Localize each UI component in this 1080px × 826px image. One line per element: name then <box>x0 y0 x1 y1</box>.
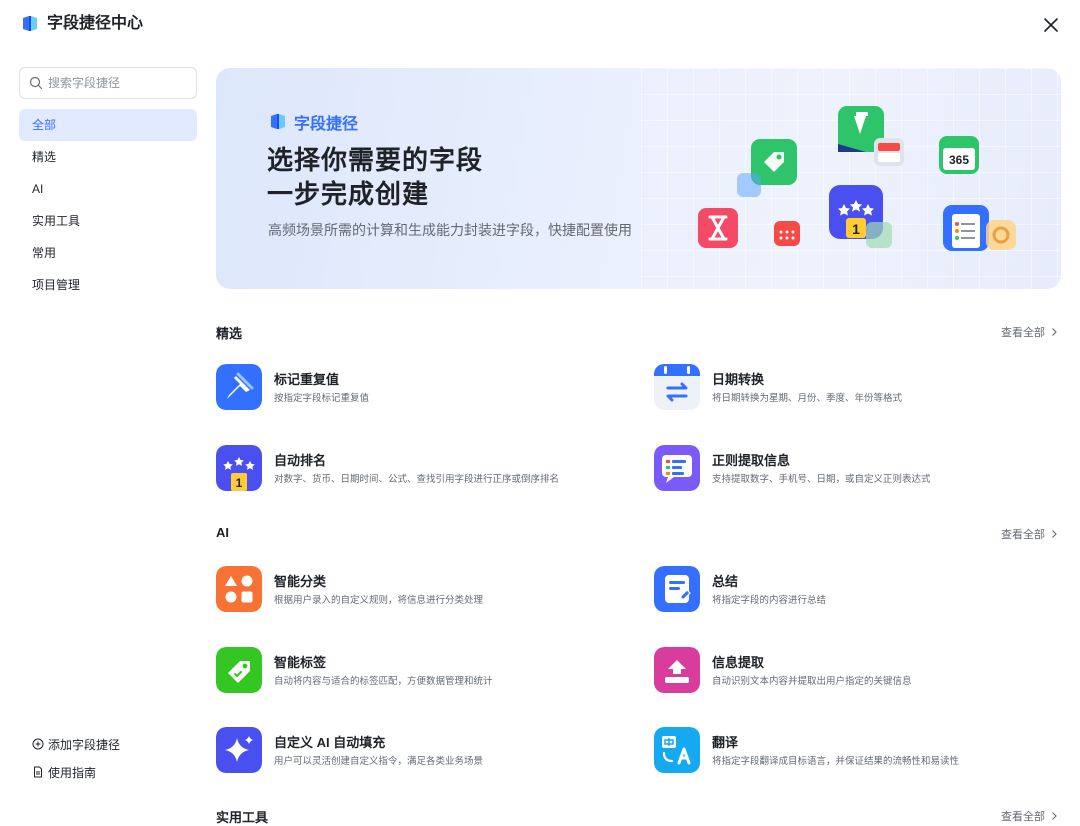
user-guide-link[interactable]: 使用指南 <box>32 758 120 786</box>
sidebar-item-project-management[interactable]: 项目管理 <box>19 269 197 301</box>
card-title: 日期转换 <box>712 372 765 387</box>
sidebar-item-featured[interactable]: 精选 <box>19 141 197 173</box>
banner-headline-1: 选择你需要的字段 <box>267 145 484 175</box>
classify-icon <box>216 566 262 612</box>
svg-text:1: 1 <box>852 221 860 237</box>
field-shortcut-logo-icon <box>23 16 37 31</box>
dialog-title: 字段捷径中心 <box>47 15 144 32</box>
plus-circle-icon <box>32 738 44 750</box>
banner-brand: 字段捷径 <box>268 110 358 134</box>
search-box <box>19 67 197 99</box>
calendar-gray-icon <box>874 138 904 166</box>
card-description: 自动将内容与适合的标签匹配，方便数据管理和统计 <box>274 676 493 687</box>
calendar-red-icon <box>774 221 800 246</box>
view-all-label: 查看全部 <box>1001 529 1045 541</box>
card-title: 自动排名 <box>274 453 327 468</box>
card-description: 根据用户录入的自定义规则，将信息进行分类处理 <box>274 595 484 606</box>
card-title: 标记重复值 <box>274 372 340 387</box>
clipboard-tile-icon <box>943 205 989 251</box>
hero-banner: 字段捷径 选择你需要的字段 一步完成创建 高频场景所需的计算和生成能力封装进字段… <box>216 68 1061 289</box>
card-date-convert[interactable]: 日期转换 将日期转换为星期、月份、季度、年份等格式 <box>654 362 1074 412</box>
hourglass-tile-icon <box>698 208 738 248</box>
sidebar-nav: 全部 精选 AI 实用工具 常用 项目管理 <box>19 109 197 301</box>
view-all-utilities-link[interactable]: 查看全部 <box>1001 808 1059 824</box>
tag-icon <box>216 647 262 693</box>
svg-text:365: 365 <box>949 153 969 167</box>
field-shortcut-logo-icon <box>271 114 285 129</box>
card-mark-duplicates[interactable]: 标记重复值 按指定字段标记重复值 <box>216 362 636 412</box>
card-smart-classify[interactable]: 智能分类 根据用户录入的自定义规则，将信息进行分类处理 <box>216 564 636 614</box>
card-description: 将指定字段的内容进行总结 <box>712 595 827 606</box>
blue-blur-icon <box>737 173 761 197</box>
view-all-label: 查看全部 <box>1001 811 1045 823</box>
card-description: 支持提取数字、手机号、日期，或自定义正则表达式 <box>712 474 931 485</box>
chevron-right-icon <box>1052 812 1057 820</box>
view-all-label: 查看全部 <box>1001 327 1045 339</box>
card-summary[interactable]: 总结 将指定字段的内容进行总结 <box>654 564 1074 614</box>
sidebar-item-common[interactable]: 常用 <box>19 237 197 269</box>
section-title-utilities: 实用工具 <box>216 810 269 825</box>
card-title: 智能标签 <box>274 655 327 670</box>
view-all-featured-link[interactable]: 查看全部 <box>1001 324 1059 340</box>
banner-brand-text: 字段捷径 <box>294 116 359 133</box>
regex-icon <box>654 445 700 491</box>
card-title: 翻译 <box>712 735 739 750</box>
card-custom-ai-fill[interactable]: 自定义 AI 自动填充 用户可以灵活创建自定义指令，满足各类业务场景 <box>216 725 636 775</box>
close-icon[interactable] <box>1038 12 1064 38</box>
card-translate[interactable]: 翻译 将指定字段翻译成目标语言，并保证结果的流畅性和易读性 <box>654 725 1074 775</box>
card-description: 自动识别文本内容并提取出用户指定的关键信息 <box>712 676 912 687</box>
card-description: 将指定字段翻译成目标语言，并保证结果的流畅性和易读性 <box>712 756 960 767</box>
sidebar: 全部 精选 AI 实用工具 常用 项目管理 添加字段捷径 使用指南 <box>0 48 216 826</box>
calendar-swap-icon <box>654 364 700 410</box>
sparkle-icon <box>216 727 262 773</box>
sidebar-footer: 添加字段捷径 使用指南 <box>32 730 120 786</box>
card-title: 信息提取 <box>712 655 765 670</box>
banner-grid-decoration <box>641 68 1061 289</box>
card-auto-rank[interactable]: 1 自动排名 对数字、货币、日期时间、公式、查找引用字段进行正序或倒序排名 <box>216 443 636 493</box>
add-shortcut-button[interactable]: 添加字段捷径 <box>32 730 120 758</box>
search-icon <box>29 76 43 90</box>
chevron-right-icon <box>1052 328 1057 336</box>
banner-headline-2: 一步完成创建 <box>267 179 430 209</box>
search-input[interactable] <box>48 68 193 98</box>
svg-text:1: 1 <box>236 476 243 490</box>
chevron-right-icon <box>1052 530 1057 538</box>
card-description: 将日期转换为星期、月份、季度、年份等格式 <box>712 393 903 404</box>
document-icon <box>34 766 42 778</box>
section-title-ai: AI <box>216 525 229 540</box>
section-title-featured: 精选 <box>216 326 243 341</box>
calendar-365-icon: 365 <box>939 136 979 174</box>
view-all-ai-link[interactable]: 查看全部 <box>1001 526 1059 542</box>
pin-icon <box>216 364 262 410</box>
dialog-header: 字段捷径中心 <box>0 0 1080 48</box>
card-title: 总结 <box>712 574 739 589</box>
sidebar-item-utilities[interactable]: 实用工具 <box>19 205 197 237</box>
card-description: 按指定字段标记重复值 <box>274 393 370 404</box>
card-title: 正则提取信息 <box>712 453 791 468</box>
gear-tile-icon <box>986 220 1016 250</box>
card-title: 自定义 AI 自动填充 <box>274 735 386 750</box>
card-description: 用户可以灵活创建自定义指令，满足各类业务场景 <box>274 756 484 767</box>
rank-icon: 1 <box>216 445 262 491</box>
user-guide-label: 使用指南 <box>48 765 97 780</box>
add-shortcut-label: 添加字段捷径 <box>48 737 121 752</box>
card-info-extract[interactable]: 信息提取 自动识别文本内容并提取出用户指定的关键信息 <box>654 645 1074 695</box>
summary-icon <box>654 566 700 612</box>
card-description: 对数字、货币、日期时间、公式、查找引用字段进行正序或倒序排名 <box>274 474 560 485</box>
card-regex-extract[interactable]: 正则提取信息 支持提取数字、手机号、日期，或自定义正则表达式 <box>654 443 1074 493</box>
sidebar-item-all[interactable]: 全部 <box>19 109 197 141</box>
green-blur-icon <box>866 222 892 248</box>
banner-subtitle: 高频场景所需的计算和生成能力封装进字段，快捷配置使用 <box>268 222 632 238</box>
card-smart-tag[interactable]: 智能标签 自动将内容与适合的标签匹配，方便数据管理和统计 <box>216 645 636 695</box>
sidebar-item-ai[interactable]: AI <box>19 173 197 205</box>
translate-icon <box>654 727 700 773</box>
extract-icon <box>654 647 700 693</box>
card-title: 智能分类 <box>274 574 327 589</box>
